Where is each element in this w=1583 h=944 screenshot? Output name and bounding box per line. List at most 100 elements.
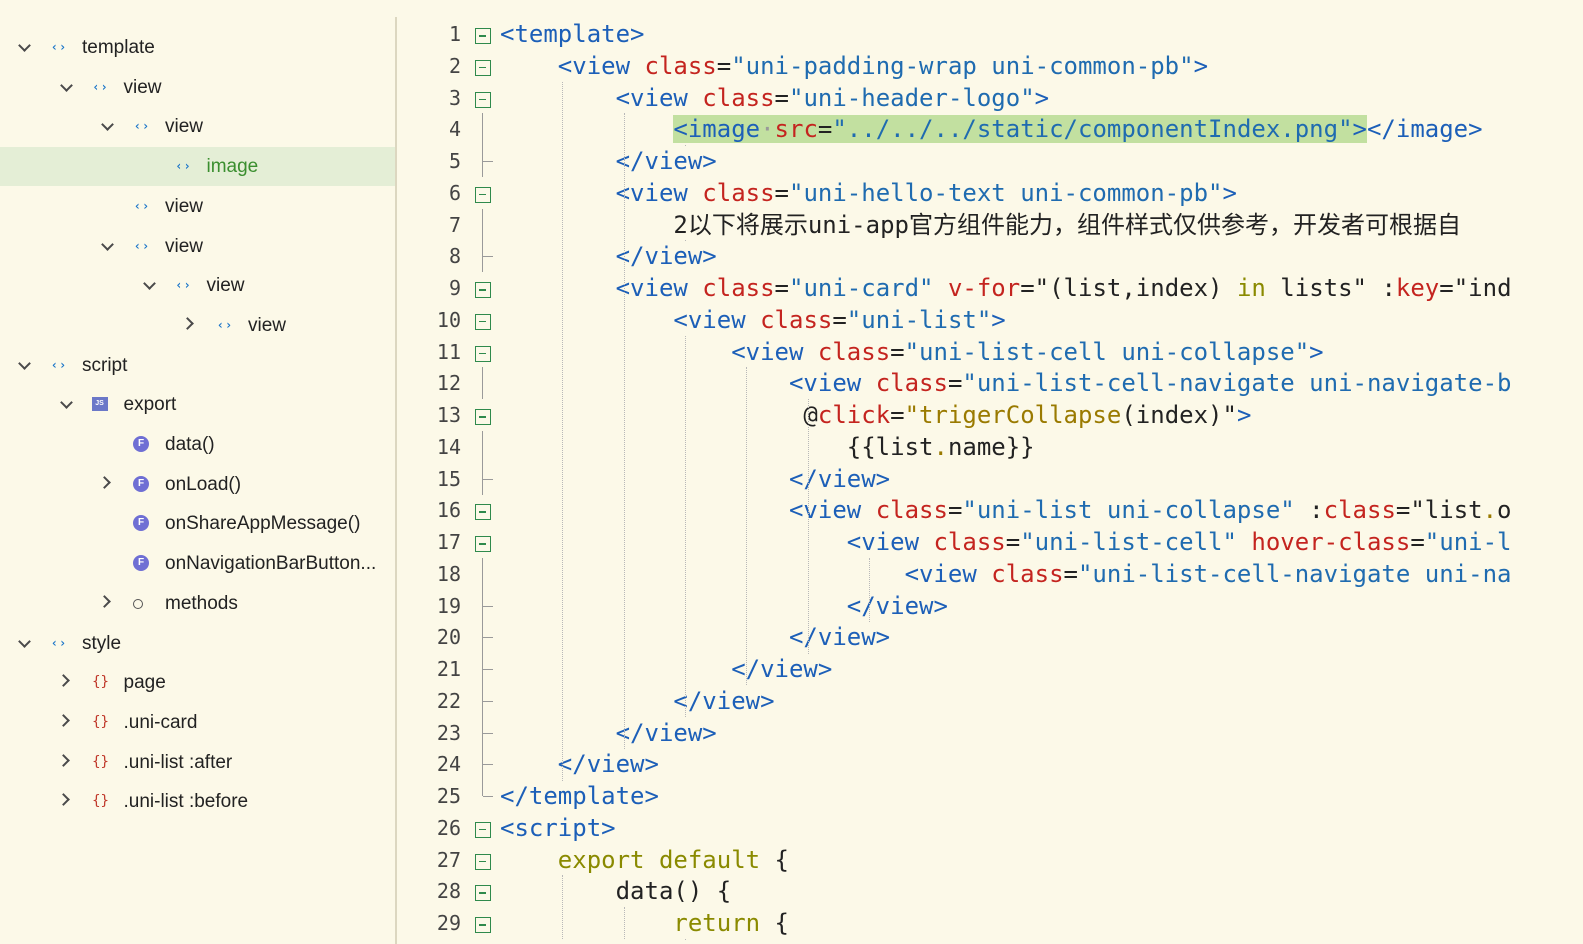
- line-number: 3: [448, 85, 461, 110]
- outline-item-view[interactable]: ‹› view: [0, 68, 395, 107]
- code-line[interactable]: 21 </view>: [398, 653, 1583, 685]
- code-line[interactable]: 25 </template>: [398, 780, 1583, 812]
- code-line[interactable]: 10 <view class="uni-list">: [398, 304, 1583, 336]
- chevron-down-icon[interactable]: [59, 396, 73, 410]
- fold-toggle-icon[interactable]: [475, 885, 491, 902]
- code-text: <image·src="../../../static/componentInd…: [500, 115, 1483, 144]
- chevron-right-icon[interactable]: [181, 317, 194, 330]
- code-line[interactable]: 18 <view class="uni-list-cell-navigate u…: [398, 557, 1583, 590]
- fold-toggle-icon[interactable]: [475, 59, 491, 76]
- chevron-down-icon[interactable]: [18, 39, 31, 52]
- code-line[interactable]: 17 <view class="uni-list-cell" hover-cla…: [398, 526, 1583, 558]
- code-line[interactable]: 6 <view class="uni-hello-text uni-common…: [398, 177, 1583, 209]
- chevron-right-icon[interactable]: [56, 793, 70, 807]
- fold-toggle-icon[interactable]: [475, 28, 491, 44]
- outline-item-view[interactable]: ‹› view: [0, 306, 395, 345]
- line-number: 18: [436, 561, 461, 586]
- outline-item-page[interactable]: {} page: [0, 663, 395, 702]
- code-line[interactable]: 13 @click="trigerCollapse(index)">: [398, 399, 1583, 431]
- code-token: </view>: [615, 718, 717, 747]
- fold-toggle-icon[interactable]: [475, 853, 491, 870]
- code-line[interactable]: 1 <template>: [398, 18, 1583, 50]
- code-line[interactable]: 23 </view>: [398, 716, 1583, 749]
- code-line[interactable]: 8 </view>: [398, 240, 1583, 273]
- code-token: class: [817, 337, 891, 366]
- outline-item-methods[interactable]: methods: [0, 584, 395, 623]
- code-token: class: [933, 528, 1006, 556]
- outline-item-uni-card[interactable]: {} .uni-card: [0, 703, 395, 742]
- code-line[interactable]: 28 data() {: [398, 875, 1583, 907]
- code-line[interactable]: 16 <view class="uni-list uni-collapse" :…: [398, 494, 1583, 526]
- code-line[interactable]: 3 <view class="uni-header-logo">: [398, 82, 1583, 114]
- code-token: <view: [788, 496, 876, 525]
- code-line[interactable]: 27 export default {: [398, 844, 1583, 876]
- chevron-right-icon[interactable]: [56, 674, 70, 688]
- code-line[interactable]: 5 </view>: [398, 145, 1583, 177]
- outline-item-style[interactable]: ‹› style: [0, 624, 395, 663]
- code-token: =: [1063, 559, 1078, 588]
- line-number: 12: [436, 371, 461, 396]
- outline-item-onload[interactable]: FonLoad(): [0, 465, 395, 504]
- outline-item-onnavigationbarbutton[interactable]: FonNavigationBarButton...: [0, 544, 395, 583]
- code-line[interactable]: 26 <script>: [398, 812, 1583, 844]
- code-line[interactable]: 12 <view class="uni-list-cell-navigate u…: [398, 367, 1583, 400]
- code-token: v-for: [947, 274, 1021, 302]
- panel-divider[interactable]: [395, 17, 397, 944]
- outline-item-label: methods: [165, 592, 238, 614]
- fold-toggle-icon[interactable]: [475, 917, 491, 933]
- chevron-down-icon[interactable]: [101, 118, 114, 132]
- chevron-down-icon[interactable]: [142, 277, 156, 291]
- function-icon: F: [133, 475, 149, 492]
- fold-toggle-icon[interactable]: [475, 186, 491, 203]
- chevron-down-icon[interactable]: [18, 634, 31, 648]
- code-line[interactable]: 22 </view>: [398, 684, 1583, 717]
- line-number: 24: [436, 752, 461, 777]
- fold-toggle-icon[interactable]: [475, 345, 491, 362]
- code-line[interactable]: 4 <image·src="../../../static/componentI…: [398, 113, 1583, 146]
- code-token: =: [817, 115, 833, 144]
- outline-item-export[interactable]: JS export: [0, 385, 395, 424]
- fold-toggle-icon[interactable]: [475, 91, 491, 108]
- code-line[interactable]: 7 2以下将展示uni-app官方组件能力，组件样式仅供参考，开发者可根据自: [398, 208, 1583, 241]
- fold-toggle-icon[interactable]: [475, 536, 491, 552]
- chevron-right-icon[interactable]: [56, 753, 70, 767]
- code-editor[interactable]: 1 <template> 2 <view class="uni-padding-wr…: [398, 0, 1583, 944]
- code-line[interactable]: 15 </view>: [398, 462, 1583, 495]
- chevron-down-icon[interactable]: [18, 356, 31, 370]
- outline-item-onshareappmessage[interactable]: FonShareAppMessage(): [0, 504, 395, 543]
- code-text: <view class="uni-list">: [500, 306, 1005, 334]
- fold-toggle-icon[interactable]: [475, 504, 491, 521]
- code-line[interactable]: 20 </view>: [398, 621, 1583, 654]
- code-token: <script>: [500, 813, 616, 842]
- chevron-right-icon[interactable]: [98, 594, 111, 608]
- code-line[interactable]: 19 </view>: [398, 589, 1583, 622]
- code-line[interactable]: 2 <view class="uni-padding-wrap uni-comm…: [398, 50, 1583, 82]
- code-token: <view: [846, 528, 934, 556]
- fold-toggle-icon[interactable]: [475, 409, 491, 425]
- chevron-right-icon[interactable]: [98, 475, 111, 489]
- code-line[interactable]: 24 </view>: [398, 748, 1583, 781]
- outline-item-template[interactable]: ‹› template: [0, 28, 395, 67]
- outline-item-uni-list-after[interactable]: {} .uni-list :after: [0, 743, 395, 782]
- indent-guide: [808, 399, 809, 654]
- fold-toggle-icon[interactable]: [475, 282, 491, 298]
- code-token: <image: [673, 115, 761, 144]
- outline-item-view[interactable]: ‹› view: [0, 187, 395, 226]
- outline-item-view[interactable]: ‹› view: [0, 266, 395, 305]
- line-number: 1: [448, 22, 461, 46]
- chevron-right-icon[interactable]: [56, 714, 70, 727]
- outline-item-image[interactable]: ‹› image: [0, 147, 395, 187]
- code-line[interactable]: 14 {{list.name}}: [398, 430, 1583, 463]
- chevron-down-icon[interactable]: [101, 237, 114, 251]
- chevron-down-icon[interactable]: [59, 78, 73, 92]
- code-line[interactable]: 9 <view class="uni-card" v-for="(list,in…: [398, 272, 1583, 304]
- outline-item-data[interactable]: Fdata(): [0, 425, 395, 464]
- code-line[interactable]: 29 return {: [398, 907, 1583, 939]
- outline-item-view[interactable]: ‹› view: [0, 107, 395, 146]
- fold-toggle-icon[interactable]: [475, 821, 491, 838]
- fold-toggle-icon[interactable]: [475, 313, 491, 330]
- outline-item-uni-list-before[interactable]: {} .uni-list :before: [0, 782, 395, 821]
- outline-item-view[interactable]: ‹› view: [0, 227, 395, 266]
- outline-item-script[interactable]: ‹› script: [0, 346, 395, 385]
- code-line[interactable]: 11 <view class="uni-list-cell uni-collap…: [398, 336, 1583, 368]
